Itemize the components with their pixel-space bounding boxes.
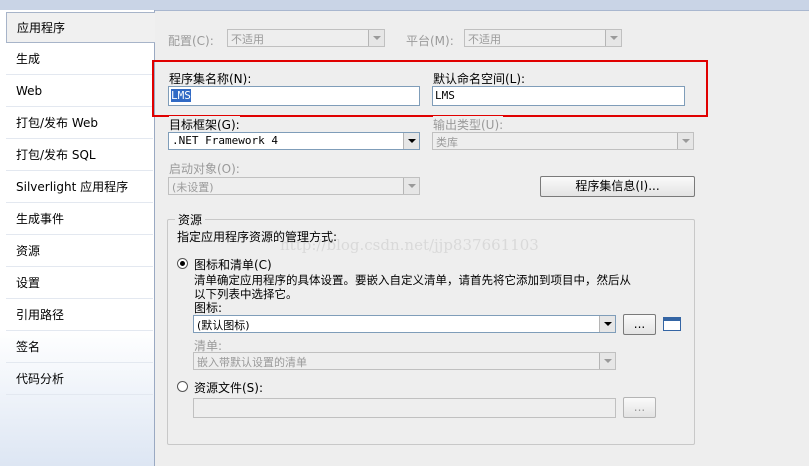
manifest-select[interactable]: 嵌入带默认设置的清单 bbox=[193, 352, 616, 370]
tab-web[interactable]: Web bbox=[6, 76, 153, 107]
highlight-box bbox=[152, 60, 708, 117]
tab-application[interactable]: 应用程序 bbox=[6, 12, 155, 43]
tab-reference-paths[interactable]: 引用路径 bbox=[6, 300, 153, 331]
icon-label: 图标: bbox=[194, 301, 223, 315]
output-type-label: 输出类型(U): bbox=[433, 116, 504, 133]
icon-select[interactable]: (默认图标) bbox=[193, 315, 616, 333]
startup-object-label: 启动对象(O): bbox=[169, 162, 240, 176]
tab-package-sql[interactable]: 打包/发布 SQL bbox=[6, 140, 153, 171]
default-icon-preview-icon bbox=[663, 317, 681, 331]
target-framework-select[interactable]: .NET Framework 4 bbox=[168, 132, 420, 150]
tab-code-analysis[interactable]: 代码分析 bbox=[6, 364, 153, 395]
tab-settings[interactable]: 设置 bbox=[6, 268, 153, 299]
icon-manifest-radio[interactable] bbox=[177, 258, 188, 269]
target-framework-value: .NET Framework 4 bbox=[172, 134, 278, 147]
icon-browse-button[interactable]: ... bbox=[623, 314, 656, 335]
tab-signing[interactable]: 签名 bbox=[6, 332, 153, 363]
chevron-down-icon bbox=[677, 133, 693, 149]
chevron-down-icon bbox=[403, 178, 419, 194]
tab-build[interactable]: 生成 bbox=[6, 44, 153, 75]
properties-sidebar: 应用程序 生成 Web 打包/发布 Web 打包/发布 SQL Silverli… bbox=[0, 10, 155, 466]
output-type-select[interactable]: 类库 bbox=[432, 132, 694, 150]
chevron-down-icon bbox=[605, 30, 621, 46]
resource-file-input[interactable] bbox=[193, 398, 616, 418]
resources-group-title: 资源 bbox=[175, 211, 206, 228]
resource-file-browse-button[interactable]: ... bbox=[623, 397, 656, 418]
target-framework-label: 目标框架(G): bbox=[169, 116, 240, 133]
config-label: 配置(C): bbox=[168, 34, 214, 48]
output-type-value: 类库 bbox=[436, 136, 458, 149]
startup-object-select[interactable]: (未设置) bbox=[168, 177, 420, 195]
resource-file-option-label[interactable]: 资源文件(S): bbox=[194, 379, 263, 396]
manifest-value: 嵌入带默认设置的清单 bbox=[197, 356, 307, 369]
chevron-down-icon bbox=[368, 30, 384, 46]
icon-value: (默认图标) bbox=[197, 319, 250, 332]
chevron-down-icon bbox=[599, 316, 615, 332]
startup-object-value: (未设置) bbox=[172, 181, 214, 194]
assembly-info-button[interactable]: 程序集信息(I)... bbox=[540, 176, 695, 197]
tab-package-web[interactable]: 打包/发布 Web bbox=[6, 108, 153, 139]
tab-silverlight[interactable]: Silverlight 应用程序 bbox=[6, 172, 153, 203]
chevron-down-icon bbox=[403, 133, 419, 149]
platform-select[interactable]: 不适用 bbox=[464, 29, 622, 47]
config-value: 不适用 bbox=[231, 33, 264, 46]
chevron-down-icon bbox=[599, 353, 615, 369]
config-select[interactable]: 不适用 bbox=[227, 29, 385, 47]
resource-file-radio[interactable] bbox=[177, 381, 188, 392]
icon-manifest-option-label[interactable]: 图标和清单(C) bbox=[194, 256, 272, 273]
resources-description: 指定应用程序资源的管理方式: bbox=[177, 230, 338, 244]
platform-label: 平台(M): bbox=[406, 34, 454, 48]
tab-resources[interactable]: 资源 bbox=[6, 236, 153, 267]
platform-value: 不适用 bbox=[468, 33, 501, 46]
tab-build-events[interactable]: 生成事件 bbox=[6, 204, 153, 235]
